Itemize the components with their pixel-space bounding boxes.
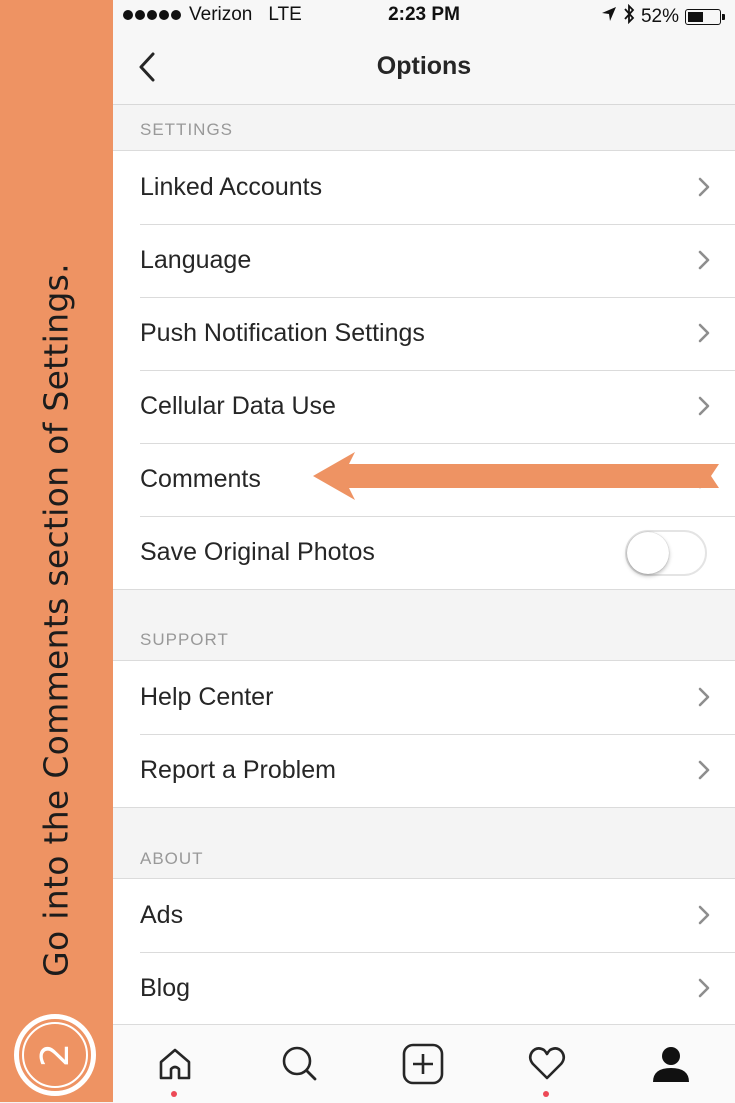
support-section: Help Center Report a Problem [113,660,735,808]
chevron-right-icon [698,250,710,270]
row-label: Help Center [140,683,274,711]
toggle-knob [627,532,669,574]
bluetooth-icon [623,3,635,30]
row-blog[interactable]: Blog [113,952,735,1025]
navigation-bar: Options [113,30,735,105]
row-label: Comments [140,465,261,493]
status-indicators: 52% [601,3,725,30]
chevron-right-icon [698,687,710,707]
row-label: Language [140,246,252,274]
battery-icon [685,9,725,25]
tab-search[interactable] [237,1025,361,1103]
row-push-notification-settings[interactable]: Push Notification Settings [113,297,735,370]
tab-profile[interactable] [609,1025,733,1103]
step-number: 2 [33,1042,77,1068]
settings-section: Linked Accounts Language Push Notificati… [113,150,735,590]
status-bar: Verizon LTE 2:23 PM 52% [113,0,735,30]
row-label: Save Original Photos [140,538,375,566]
tab-add-post[interactable] [361,1025,485,1103]
search-icon [282,1046,317,1081]
section-header-support: SUPPORT [140,630,229,649]
bottom-tab-bar [113,1024,735,1103]
save-original-photos-toggle[interactable] [625,530,707,576]
section-header-settings: SETTINGS [140,120,234,139]
row-linked-accounts[interactable]: Linked Accounts [113,151,735,224]
chevron-right-icon [698,760,710,780]
annotation-arrow-icon [313,452,719,500]
row-report-a-problem[interactable]: Report a Problem [113,734,735,807]
instruction-sidebar: Go into the Comments section of Settings… [0,0,113,1102]
tab-home[interactable] [113,1025,237,1103]
instruction-text: Go into the Comments section of Settings… [36,263,76,977]
notification-dot [171,1091,177,1097]
add-post-icon [402,1043,444,1085]
row-language[interactable]: Language [113,224,735,297]
row-label: Report a Problem [140,756,336,784]
chevron-right-icon [698,323,710,343]
step-badge: 2 [14,1014,96,1096]
row-label: Push Notification Settings [140,319,425,347]
profile-icon [653,1047,689,1082]
heart-icon [528,1047,566,1080]
battery-percent: 52% [640,6,679,27]
step-badge-ring: 2 [22,1022,88,1088]
chevron-right-icon [698,396,710,416]
notification-dot [543,1091,549,1097]
row-label: Blog [140,974,191,1002]
chevron-right-icon [698,905,710,925]
row-label: Linked Accounts [140,173,323,201]
row-cellular-data-use[interactable]: Cellular Data Use [113,370,735,443]
section-header-about: ABOUT [140,849,204,868]
about-section: Ads Blog [113,878,735,1026]
row-ads[interactable]: Ads [113,879,735,952]
home-icon [159,1048,191,1080]
row-label: Ads [140,901,184,929]
chevron-right-icon [698,978,710,998]
page-title: Options [376,52,472,80]
location-arrow-icon [601,6,617,28]
row-label: Cellular Data Use [140,392,336,420]
phone-screen: Verizon LTE 2:23 PM 52% Options SETTINGS [113,0,735,1103]
row-help-center[interactable]: Help Center [113,661,735,734]
chevron-right-icon [698,177,710,197]
row-save-original-photos: Save Original Photos [113,516,735,589]
tab-activity[interactable] [485,1025,609,1103]
